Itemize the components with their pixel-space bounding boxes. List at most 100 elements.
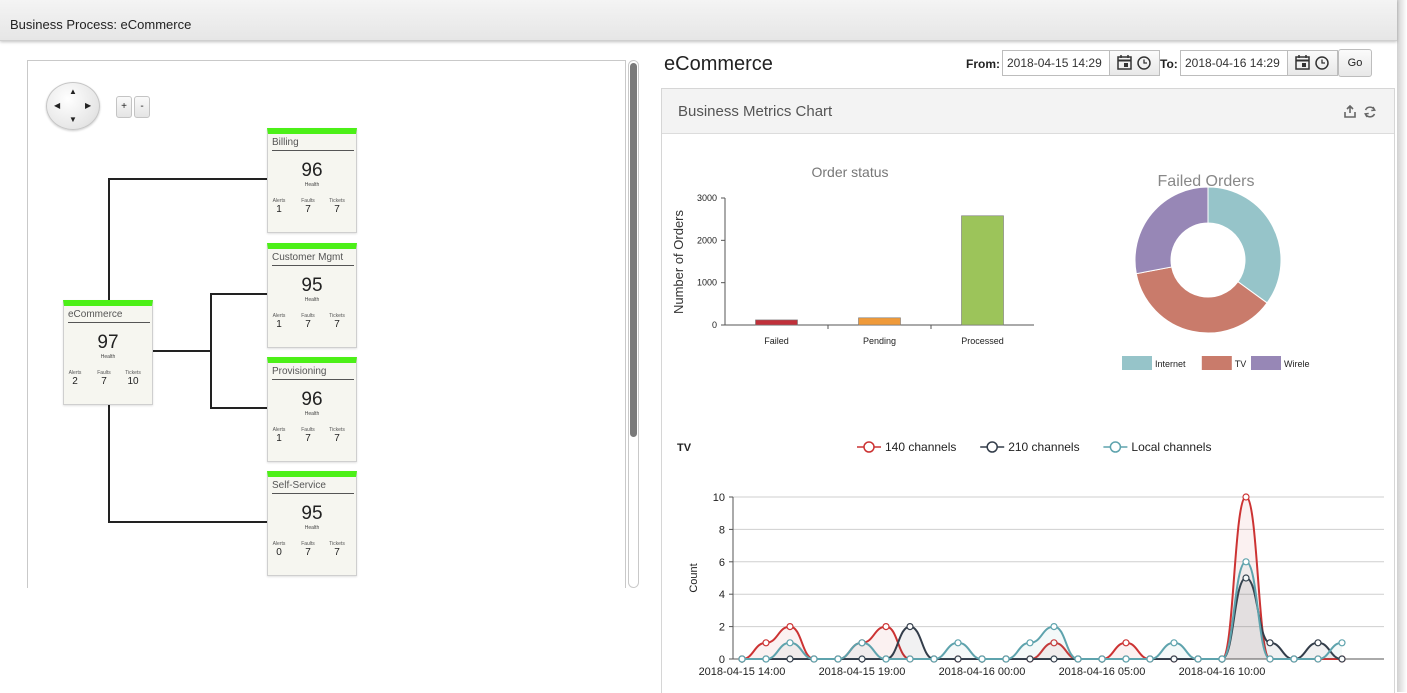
data-point bbox=[1290, 655, 1298, 663]
pan-left-icon[interactable]: ◀ bbox=[54, 102, 60, 110]
data-point bbox=[834, 655, 842, 663]
window-edge-shadow bbox=[1397, 0, 1407, 692]
data-point bbox=[762, 655, 770, 663]
data-point bbox=[1122, 655, 1130, 663]
legend-marker bbox=[1109, 441, 1122, 453]
data-point bbox=[1146, 655, 1154, 663]
node-alerts-value: 2 bbox=[72, 376, 78, 387]
data-point bbox=[1338, 639, 1346, 647]
y-axis-label: Count bbox=[688, 563, 700, 592]
refresh-icon[interactable] bbox=[1363, 105, 1377, 119]
data-point bbox=[930, 655, 938, 663]
x-tick-label: 2018-04-15 19:00 bbox=[819, 666, 906, 678]
node-tickets-value: 10 bbox=[127, 376, 139, 387]
data-point bbox=[786, 623, 794, 631]
connector-line bbox=[210, 293, 268, 295]
node-tickets-value: 7 bbox=[334, 319, 340, 330]
x-tick-label: 2018-04-16 10:00 bbox=[1179, 666, 1266, 678]
y-tick-label: 10 bbox=[713, 492, 725, 504]
export-icon[interactable] bbox=[1343, 105, 1357, 119]
data-point bbox=[906, 655, 914, 663]
node-tickets-value: 7 bbox=[334, 204, 340, 215]
data-point bbox=[738, 655, 746, 663]
node-name: Billing bbox=[272, 137, 354, 151]
y-tick-label: 3000 bbox=[697, 193, 717, 203]
go-button[interactable]: Go bbox=[1338, 49, 1372, 77]
x-tick-label: 2018-04-16 00:00 bbox=[939, 666, 1026, 678]
data-point bbox=[1194, 655, 1202, 663]
data-point bbox=[1098, 655, 1106, 663]
node-alerts-value: 1 bbox=[276, 433, 282, 444]
node-health-label: Health bbox=[304, 411, 320, 417]
data-point bbox=[1266, 639, 1274, 647]
y-tick-label: 6 bbox=[719, 557, 725, 569]
failed-orders-chart: Failed Orders InternetTVWireless bbox=[1122, 173, 1310, 370]
node-alerts-value: 1 bbox=[276, 319, 282, 330]
card-title: Business Metrics Chart bbox=[678, 103, 833, 120]
x-tick-label: Failed bbox=[764, 336, 789, 346]
legend-label: Internet bbox=[1155, 359, 1186, 369]
legend-label: 210 channels bbox=[1008, 440, 1079, 454]
node-tickets-value: 7 bbox=[334, 433, 340, 444]
data-point bbox=[1026, 639, 1034, 647]
clock-icon bbox=[1137, 56, 1151, 70]
data-point bbox=[1242, 493, 1250, 501]
to-datetime-input[interactable]: 2018-04-16 14:29 bbox=[1180, 50, 1288, 76]
legend-swatch bbox=[1201, 356, 1232, 370]
node-health-value: 95 bbox=[301, 503, 323, 524]
data-point bbox=[882, 655, 890, 663]
legend-marker bbox=[863, 441, 875, 453]
card-header: Business Metrics Chart bbox=[662, 89, 1394, 134]
node-billing[interactable]: Billing 96 Health Alerts Faults Tickets … bbox=[267, 128, 357, 233]
from-datetime-input[interactable]: 2018-04-15 14:29 bbox=[1002, 50, 1110, 76]
node-alerts-value: 0 bbox=[276, 547, 282, 558]
scrollbar-thumb[interactable] bbox=[630, 63, 637, 437]
bar bbox=[755, 319, 798, 326]
from-calendar-clock-icons[interactable] bbox=[1110, 51, 1159, 75]
order-status-chart: Order status Number of Orders 0 1000 2000 3… bbox=[671, 164, 1034, 346]
legend-swatch bbox=[1122, 356, 1152, 370]
tv-line-chart: TV Count 0 2 4 6 8 10 2018-04-15 14:00 2018-04-… bbox=[677, 440, 1384, 678]
data-point bbox=[786, 639, 794, 647]
zoom-out-button[interactable]: - bbox=[134, 96, 150, 118]
node-health-value: 95 bbox=[301, 275, 323, 296]
pan-down-icon[interactable]: ▼ bbox=[69, 116, 77, 124]
topology-scrollbar[interactable] bbox=[628, 60, 639, 588]
y-tick-label: 2000 bbox=[697, 235, 717, 245]
connector-line bbox=[108, 178, 268, 180]
data-point bbox=[1266, 655, 1274, 663]
x-tick-label: Processed bbox=[961, 336, 1004, 346]
data-point bbox=[1050, 623, 1058, 631]
node-health-label: Health bbox=[304, 182, 320, 188]
data-point bbox=[882, 623, 890, 631]
node-name: Provisioning bbox=[272, 366, 354, 380]
node-ecommerce[interactable]: eCommerce 97 Health Alerts Faults Ticket… bbox=[63, 300, 153, 405]
node-name: Customer Mgmt bbox=[272, 252, 354, 266]
node-customer-mgmt[interactable]: Customer Mgmt 95 Health Alerts Faults Ti… bbox=[267, 243, 357, 348]
chart-title: TV bbox=[677, 442, 692, 454]
connector-line bbox=[210, 293, 212, 409]
pan-control[interactable]: ▲ ▼ ◀ ▶ bbox=[46, 82, 100, 130]
legend-label: Wireless bbox=[1284, 359, 1310, 369]
y-tick-label: 1000 bbox=[697, 278, 717, 288]
connector-line bbox=[108, 401, 110, 523]
data-point bbox=[1074, 655, 1082, 663]
clock-icon bbox=[1315, 56, 1329, 70]
data-point bbox=[1242, 558, 1250, 566]
node-provisioning[interactable]: Provisioning 96 Health Alerts Faults Tic… bbox=[267, 357, 357, 462]
bar bbox=[961, 215, 1004, 326]
node-faults-value: 7 bbox=[305, 319, 311, 330]
node-health-value: 97 bbox=[97, 332, 119, 353]
zoom-in-button[interactable]: + bbox=[116, 96, 132, 118]
y-tick-label: 2 bbox=[719, 622, 725, 634]
connector-line bbox=[108, 521, 268, 523]
data-point bbox=[1122, 639, 1130, 647]
to-calendar-clock-icons[interactable] bbox=[1288, 51, 1337, 75]
node-alerts-value: 1 bbox=[276, 204, 282, 215]
data-point bbox=[858, 639, 866, 647]
pan-up-icon[interactable]: ▲ bbox=[69, 88, 77, 96]
node-self-service[interactable]: Self-Service 95 Health Alerts Faults Tic… bbox=[267, 471, 357, 576]
y-tick-label: 4 bbox=[719, 589, 725, 601]
pan-right-icon[interactable]: ▶ bbox=[85, 102, 91, 110]
node-health-value: 96 bbox=[301, 160, 323, 181]
